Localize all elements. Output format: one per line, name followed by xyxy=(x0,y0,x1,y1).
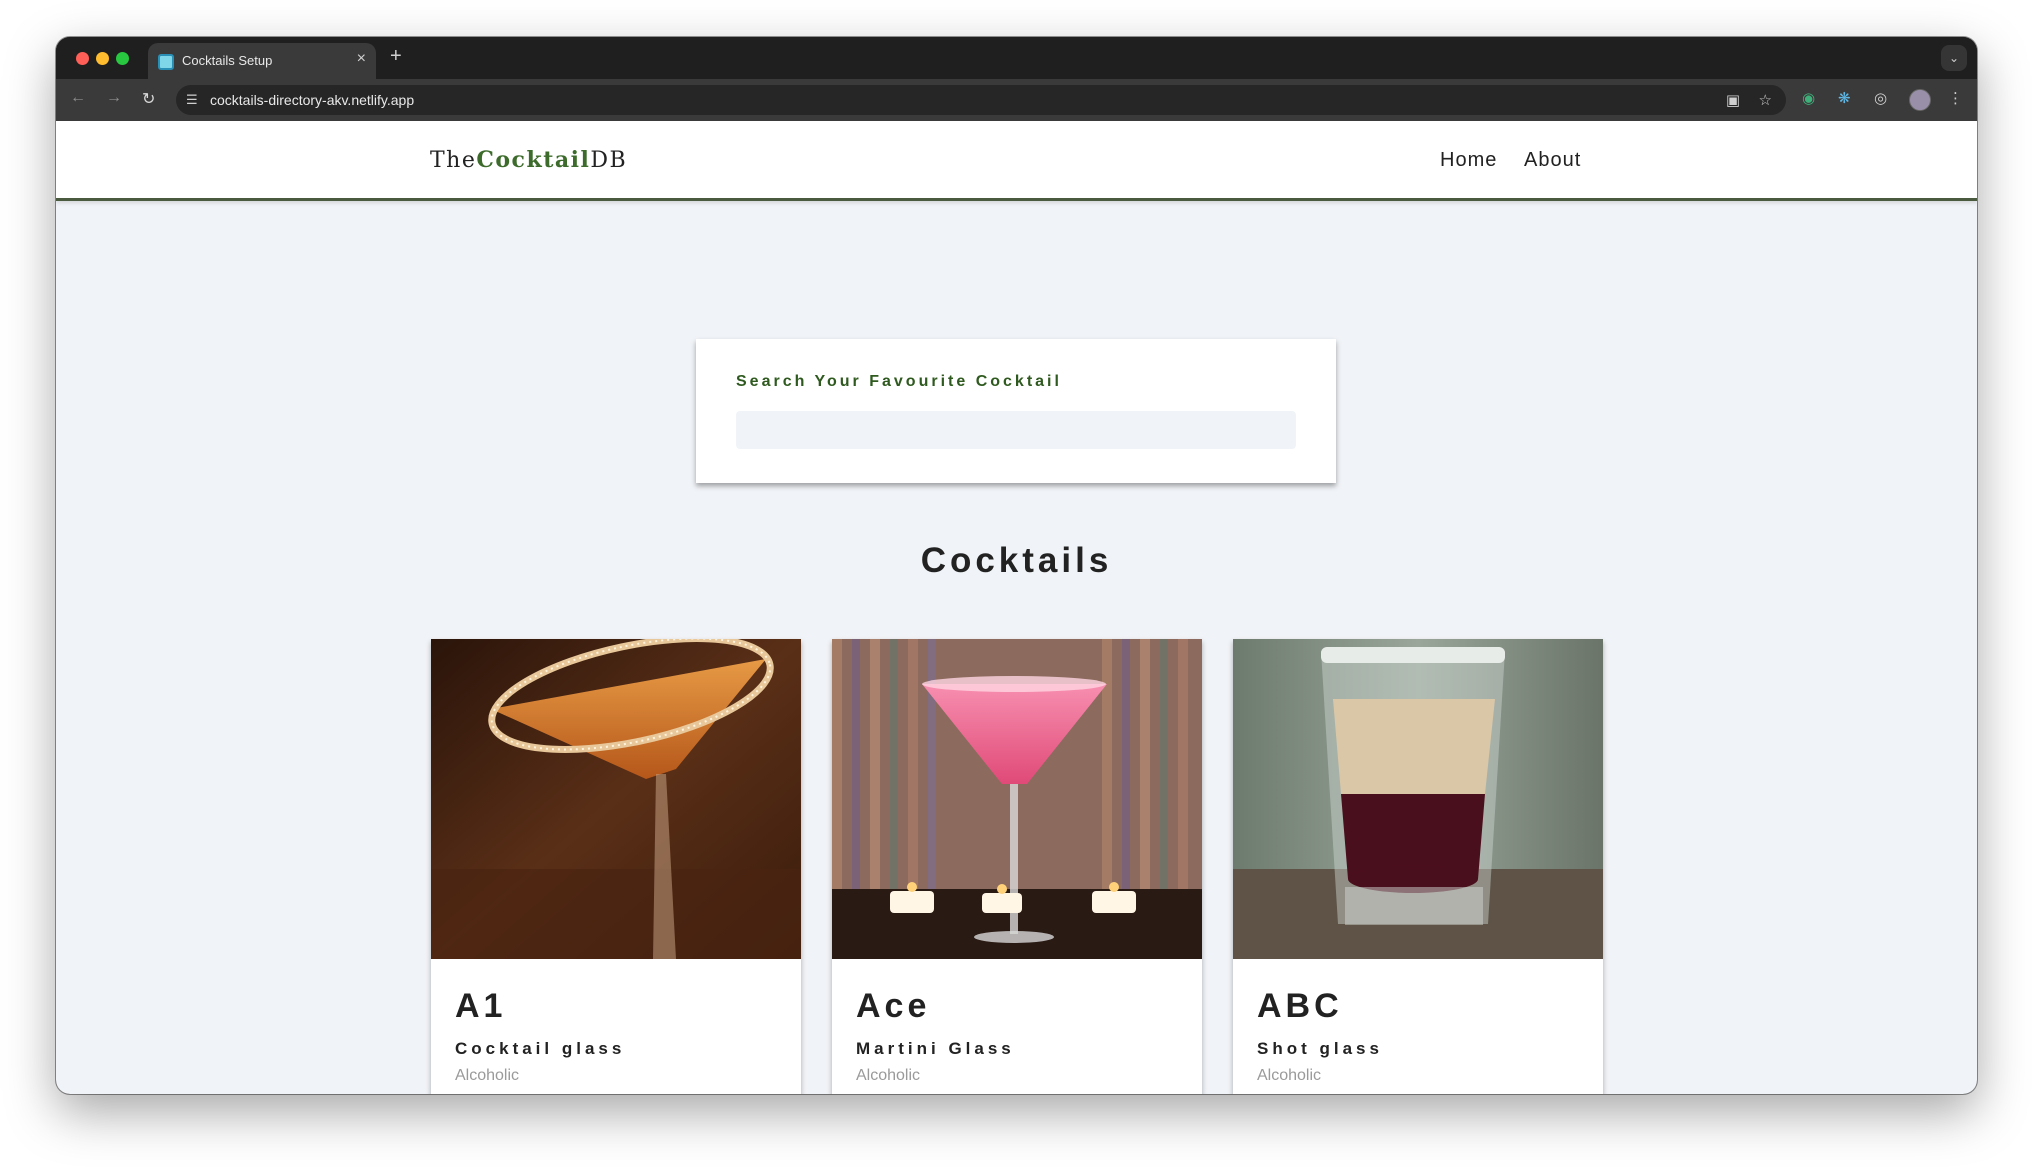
logo-mid: Cocktail xyxy=(476,147,591,173)
site-logo[interactable]: TheCocktailDB xyxy=(430,147,627,173)
browser-toolbar: ← → ↻ ☰ cocktails-directory-akv.netlify.… xyxy=(56,79,1977,121)
cocktail-card[interactable]: A1 Cocktail glass Alcoholic xyxy=(431,639,801,1094)
cocktail-glass: Martini Glass xyxy=(856,1039,1015,1058)
cocktail-image[interactable] xyxy=(1233,639,1603,959)
site-navbar: TheCocktailDB Home About xyxy=(56,121,1977,201)
cocktail-card[interactable]: ABC Shot glass Alcoholic xyxy=(1233,639,1603,1094)
close-window-button[interactable] xyxy=(76,52,89,65)
cocktail-card[interactable]: Ace Martini Glass Alcoholic xyxy=(832,639,1202,1094)
tab-title: Cocktails Setup xyxy=(182,53,273,68)
cocktail-glass: Cocktail glass xyxy=(455,1039,626,1058)
page-viewport: TheCocktailDB Home About Search Your Fav… xyxy=(56,121,1977,1094)
minimize-window-button[interactable] xyxy=(96,52,109,65)
back-icon[interactable]: ← xyxy=(70,89,86,107)
browser-tab[interactable]: Cocktails Setup × xyxy=(148,43,376,79)
cocktail-name: Ace xyxy=(856,987,931,1025)
section-title: Cocktails xyxy=(920,541,1113,580)
search-label: Search Your Favourite Cocktail xyxy=(736,373,1062,390)
cocktail-glass: Shot glass xyxy=(1257,1039,1383,1058)
forward-icon[interactable]: → xyxy=(106,89,122,107)
reload-icon[interactable]: ↻ xyxy=(142,89,155,109)
new-tab-icon[interactable]: + xyxy=(390,45,402,68)
tab-strip: Cocktails Setup × + ⌄ xyxy=(56,37,1977,79)
logo-suffix: DB xyxy=(590,148,628,173)
react-favicon-icon xyxy=(158,54,174,70)
cast-icon[interactable]: ▣ xyxy=(1726,91,1740,109)
browser-window: Cocktails Setup × + ⌄ ← → ↻ ☰ cocktails-… xyxy=(56,37,1977,1094)
logo-prefix: The xyxy=(430,148,477,173)
cocktail-info: Alcoholic xyxy=(455,1067,520,1084)
bookmark-star-icon[interactable]: ☆ xyxy=(1759,91,1772,109)
address-bar[interactable]: ☰ cocktails-directory-akv.netlify.app ▣ … xyxy=(176,85,1786,115)
search-input[interactable] xyxy=(736,411,1296,449)
more-menu-icon[interactable]: ⋮ xyxy=(1948,89,1963,107)
cocktail-name: ABC xyxy=(1257,987,1343,1025)
react-devtools-icon[interactable]: ❋ xyxy=(1838,89,1851,107)
cocktail-info: Alcoholic xyxy=(856,1067,921,1084)
cocktail-image[interactable] xyxy=(431,639,801,959)
maximize-window-button[interactable] xyxy=(116,52,129,65)
cocktail-image[interactable] xyxy=(832,639,1202,959)
nav-link-about[interactable]: About xyxy=(1524,149,1581,172)
grammarly-icon[interactable]: ◉ xyxy=(1802,89,1815,107)
search-form: Search Your Favourite Cocktail xyxy=(696,339,1336,483)
site-info-icon[interactable]: ☰ xyxy=(186,92,198,108)
tab-search-chevron-icon[interactable]: ⌄ xyxy=(1941,45,1967,71)
nav-link-home[interactable]: Home xyxy=(1440,149,1497,172)
cocktail-name: A1 xyxy=(455,987,507,1025)
cocktail-info: Alcoholic xyxy=(1257,1067,1322,1084)
tab-close-icon[interactable]: × xyxy=(357,50,366,68)
profile-avatar[interactable] xyxy=(1909,89,1931,111)
extension-icon[interactable]: ◎ xyxy=(1874,89,1887,107)
url-text[interactable]: cocktails-directory-akv.netlify.app xyxy=(210,92,414,108)
